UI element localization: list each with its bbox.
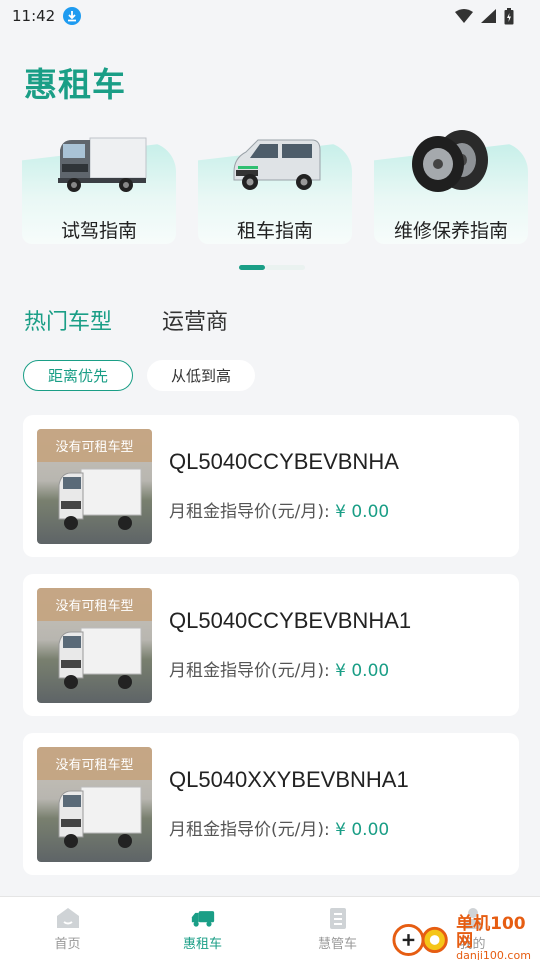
guide-label: 维修保养指南 bbox=[393, 220, 508, 242]
status-time: 11:42 bbox=[12, 7, 56, 25]
tab-operators[interactable]: 运营商 bbox=[162, 304, 228, 336]
category-tabs: 热门车型 运营商 bbox=[24, 304, 228, 336]
battery-icon bbox=[504, 7, 514, 24]
truck-icon bbox=[191, 911, 214, 927]
car-thumbnail: 没有可租车型 bbox=[37, 747, 152, 862]
nav-label: 惠租车 bbox=[182, 937, 222, 952]
price-label: 月租金指导价(元/月): bbox=[169, 502, 330, 522]
car-card[interactable]: 没有可租车型 QL5040XXYBEVBNHA1 月租金指导价(元/月): ¥ … bbox=[23, 733, 519, 875]
watermark-logo bbox=[392, 923, 448, 956]
tab-hot-models[interactable]: 热门车型 bbox=[24, 304, 112, 336]
sort-by-distance-chip[interactable]: 距离优先 bbox=[23, 360, 134, 391]
price-value: ¥ 0.00 bbox=[335, 820, 390, 840]
car-price-row: 月租金指导价(元/月): ¥ 0.00 bbox=[169, 815, 389, 840]
car-model-name: QL5040CCYBEVBNHA1 bbox=[169, 608, 412, 633]
watermark: 单机100网 danji100.com bbox=[392, 916, 540, 960]
guide-carousel[interactable]: 试驾指南 租车指南 维修保养指南 bbox=[22, 128, 540, 248]
watermark-url: danji100.com bbox=[456, 949, 531, 960]
box-truck-image bbox=[58, 137, 147, 192]
price-value: ¥ 0.00 bbox=[335, 661, 390, 681]
nav-item-rent[interactable]: 惠租车 bbox=[135, 897, 270, 960]
unavailable-badge: 没有可租车型 bbox=[37, 588, 152, 621]
watermark-text: 单机100网 bbox=[456, 914, 526, 951]
car-card[interactable]: 没有可租车型 QL5040CCYBEVBNHA 月租金指导价(元/月): ¥ 0… bbox=[23, 415, 519, 557]
nav-item-home[interactable]: 首页 bbox=[0, 897, 135, 960]
car-thumbnail: 没有可租车型 bbox=[37, 588, 152, 703]
nav-item-manage[interactable]: 慧管车 bbox=[270, 897, 405, 960]
tires-image bbox=[412, 130, 488, 192]
wifi-icon bbox=[455, 9, 473, 23]
download-icon bbox=[63, 7, 82, 25]
sort-low-to-high-chip[interactable]: 从低到高 bbox=[147, 360, 256, 391]
price-label: 月租金指导价(元/月): bbox=[169, 820, 330, 840]
unavailable-badge: 没有可租车型 bbox=[37, 747, 152, 780]
status-bar: 11:42 bbox=[0, 0, 540, 32]
signal-icon bbox=[481, 9, 496, 23]
price-value: ¥ 0.00 bbox=[335, 502, 390, 522]
car-list: 没有可租车型 QL5040CCYBEVBNHA 月租金指导价(元/月): ¥ 0… bbox=[23, 415, 519, 892]
car-thumbnail: 没有可租车型 bbox=[37, 429, 152, 544]
car-model-name: QL5040CCYBEVBNHA bbox=[169, 449, 399, 474]
home-icon bbox=[56, 908, 79, 928]
carousel-indicator bbox=[239, 265, 305, 270]
guide-card-test-drive[interactable]: 试驾指南 bbox=[22, 128, 176, 244]
nav-label: 慧管车 bbox=[317, 937, 357, 952]
nav-label: 首页 bbox=[54, 937, 81, 952]
car-card[interactable]: 没有可租车型 QL5040CCYBEVBNHA1 月租金指导价(元/月): ¥ … bbox=[23, 574, 519, 716]
guide-label: 租车指南 bbox=[236, 220, 313, 242]
clipboard-icon bbox=[329, 908, 346, 929]
unavailable-badge: 没有可租车型 bbox=[37, 429, 152, 462]
price-label: 月租金指导价(元/月): bbox=[169, 661, 330, 681]
page-title: 惠租车 bbox=[24, 65, 126, 104]
guide-label: 试驾指南 bbox=[60, 220, 137, 242]
car-model-name: QL5040XXYBEVBNHA1 bbox=[169, 767, 409, 792]
guide-card-rental[interactable]: 租车指南 bbox=[198, 128, 352, 244]
car-price-row: 月租金指导价(元/月): ¥ 0.00 bbox=[169, 656, 389, 681]
car-price-row: 月租金指导价(元/月): ¥ 0.00 bbox=[169, 497, 389, 522]
guide-card-maintenance[interactable]: 维修保养指南 bbox=[374, 128, 528, 244]
sort-filters: 距离优先 从低到高 bbox=[23, 360, 256, 391]
van-image bbox=[233, 139, 321, 190]
